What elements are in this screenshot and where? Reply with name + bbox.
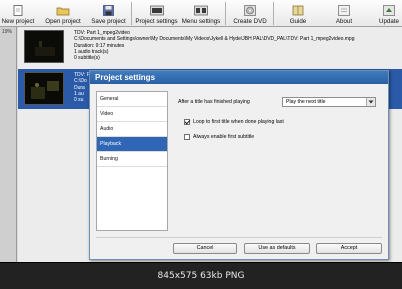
- accept-button[interactable]: Accept: [316, 243, 382, 254]
- project-settings-label: Project settings: [135, 18, 178, 25]
- main-toolbar: New project Open project Save project Pr…: [0, 0, 402, 27]
- image-info-bar: 845x575 63kb PNG: [0, 262, 402, 289]
- loop-checkbox[interactable]: [184, 119, 190, 125]
- toolbar-separator: [273, 2, 274, 25]
- folder-open-icon: [56, 5, 70, 16]
- use-as-defaults-button[interactable]: Use as defaults: [244, 243, 310, 254]
- dvd-disc-icon: [243, 5, 257, 16]
- dialog-title: Project settings: [95, 73, 156, 82]
- menu-settings-label: Menu settings: [181, 18, 221, 25]
- playback-settings-panel: After a title has finished playing Play …: [174, 91, 384, 241]
- subtitle-checkbox[interactable]: [184, 134, 190, 140]
- nav-item-video[interactable]: Video: [97, 107, 167, 122]
- video-thumbnail: [24, 30, 64, 63]
- about-label: About: [335, 18, 353, 25]
- update-button[interactable]: Update: [377, 0, 401, 27]
- nav-item-burning[interactable]: Burning: [97, 152, 167, 167]
- guide-label: Guide: [289, 18, 307, 25]
- save-project-label: Save project: [91, 18, 126, 25]
- guide-button[interactable]: Guide: [285, 0, 311, 27]
- chevron-down-icon[interactable]: [366, 98, 375, 106]
- new-document-icon: [11, 5, 25, 16]
- title-subtitles: 0 subtitle(s): [74, 55, 100, 62]
- zoom-level[interactable]: 19%: [2, 29, 12, 35]
- after-title-label: After a title has finished playing: [178, 99, 250, 105]
- create-dvd-label: Create DVD: [233, 18, 267, 25]
- save-project-button[interactable]: Save project: [90, 0, 127, 27]
- guide-book-icon: [291, 5, 305, 16]
- create-dvd-button[interactable]: Create DVD: [231, 0, 269, 27]
- after-title-value: Play the next title: [286, 99, 326, 105]
- settings-nav: General Video Audio Playback Burning: [96, 91, 168, 231]
- update-label: Update: [379, 18, 399, 25]
- subtitle-option[interactable]: Always enable first subtitle: [184, 133, 254, 141]
- open-project-button[interactable]: Open project: [44, 0, 82, 27]
- title-path: C:\Documents and Settings\owner\My Docum…: [74, 36, 355, 43]
- toolbar-separator: [131, 2, 132, 25]
- title-row[interactable]: TDV: Part 1_mpeg2video C:\Documents and …: [18, 27, 402, 67]
- subtitle-label: Always enable first subtitle: [193, 134, 255, 140]
- loop-option[interactable]: Loop to first title when done playing la…: [184, 118, 284, 126]
- about-icon: [337, 5, 351, 16]
- menu-settings-button[interactable]: Menu settings: [181, 0, 221, 27]
- save-icon: [102, 5, 116, 16]
- nav-item-general[interactable]: General: [97, 92, 167, 107]
- project-settings-button[interactable]: Project settings: [135, 0, 178, 27]
- nav-item-playback[interactable]: Playback: [97, 137, 167, 152]
- update-icon: [382, 5, 396, 16]
- menu-settings-icon: [194, 5, 208, 16]
- about-button[interactable]: About: [331, 0, 357, 27]
- project-settings-dialog: Project settings General Video Audio Pla…: [89, 70, 389, 260]
- dialog-divider: [96, 237, 382, 238]
- nav-item-audio[interactable]: Audio: [97, 122, 167, 137]
- dialog-titlebar[interactable]: Project settings: [90, 71, 388, 84]
- project-settings-icon: [149, 5, 164, 16]
- toolbar-separator: [225, 2, 226, 25]
- video-thumbnail: [24, 72, 64, 105]
- new-project-label: New project: [1, 18, 35, 25]
- after-title-select[interactable]: Play the next title: [282, 97, 376, 107]
- new-project-button[interactable]: New project: [1, 0, 35, 27]
- image-info-caption: 845x575 63kb PNG: [157, 271, 245, 281]
- loop-label: Loop to first title when done playing la…: [193, 119, 284, 125]
- open-project-label: Open project: [45, 18, 81, 25]
- title-details: TDV: Part 1_mpeg2video C:\Documents and …: [74, 30, 355, 61]
- cancel-button[interactable]: Cancel: [173, 243, 237, 254]
- zoom-sidebar: 19%: [0, 27, 17, 262]
